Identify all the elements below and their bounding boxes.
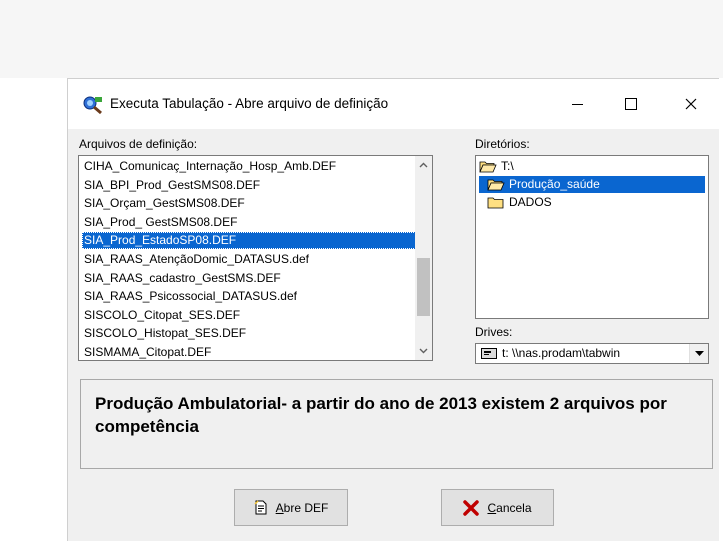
file-item[interactable]: SIA_RAAS_cadastro_GestSMS.DEF bbox=[82, 270, 281, 287]
drive-select[interactable]: t: \\nas.prodam\tabwin bbox=[475, 343, 709, 364]
directory-item[interactable]: DADOS bbox=[487, 194, 705, 211]
cancel-label: Cancela bbox=[487, 501, 531, 515]
file-item[interactable]: SISCOLO_Histopat_SES.DEF bbox=[82, 325, 246, 342]
maximize-button[interactable] bbox=[608, 79, 654, 129]
minimize-button[interactable] bbox=[554, 79, 600, 129]
directory-name: Produção_saúde bbox=[509, 177, 600, 191]
close-icon bbox=[685, 98, 697, 110]
file-item[interactable]: SIA_RAAS_AtençãoDomic_DATASUS.def bbox=[82, 251, 309, 268]
title-bar[interactable]: Executa Tabulação - Abre arquivo de defi… bbox=[68, 79, 719, 129]
directories-label: Diretórios: bbox=[475, 137, 530, 151]
accelerator-key: C bbox=[487, 500, 497, 515]
directory-list[interactable]: T:\ Produção_saúde DADOS bbox=[475, 155, 709, 319]
cancel-label-rest: ancela bbox=[496, 500, 532, 515]
dropdown-arrow[interactable] bbox=[689, 344, 708, 363]
files-label: Arquivos de definição: bbox=[79, 137, 198, 151]
desktop-background bbox=[0, 0, 723, 78]
file-item[interactable]: SIA_Orçam_GestSMS08.DEF bbox=[82, 195, 245, 212]
drive-value: t: \\nas.prodam\tabwin bbox=[502, 346, 621, 360]
open-folder-icon bbox=[487, 179, 505, 191]
directory-name: DADOS bbox=[509, 195, 552, 209]
definition-description: Produção Ambulatorial- a partir do ano d… bbox=[95, 394, 667, 436]
close-button[interactable] bbox=[668, 79, 714, 129]
directory-item[interactable]: T:\ bbox=[479, 158, 705, 175]
scroll-down-icon[interactable] bbox=[419, 348, 428, 354]
red-x-icon bbox=[463, 499, 480, 516]
file-item[interactable]: SIA_RAAS_Psicossocial_DATASUS.def bbox=[82, 288, 297, 305]
maximize-icon bbox=[625, 98, 637, 110]
dialog-window: Executa Tabulação - Abre arquivo de defi… bbox=[67, 78, 719, 541]
tabwin-app-icon bbox=[82, 95, 104, 115]
open-folder-icon bbox=[479, 161, 497, 173]
file-item[interactable]: SIA_BPI_Prod_GestSMS08.DEF bbox=[82, 177, 260, 194]
directory-name: T:\ bbox=[501, 159, 514, 173]
open-def-label-rest: bre DEF bbox=[283, 500, 329, 515]
file-item-selected[interactable]: SIA_Prod_EstadoSP08.DEF bbox=[82, 232, 416, 250]
minimize-icon bbox=[571, 103, 583, 105]
document-open-icon bbox=[254, 500, 267, 515]
description-panel: Produção Ambulatorial- a partir do ano d… bbox=[80, 379, 713, 469]
chevron-down-icon bbox=[694, 351, 704, 356]
open-def-button[interactable]: Abre DEF bbox=[234, 489, 348, 526]
folder-icon bbox=[487, 197, 504, 209]
accelerator-key: A bbox=[275, 500, 284, 515]
file-item[interactable]: SISCOLO_Citopat_SES.DEF bbox=[82, 307, 240, 324]
open-def-label: Abre DEF bbox=[276, 501, 329, 515]
cancel-button[interactable]: Cancela bbox=[441, 489, 554, 526]
network-drive-icon bbox=[481, 348, 497, 359]
scroll-up-icon[interactable] bbox=[419, 162, 428, 168]
definition-file-list[interactable]: CIHA_Comunicaç_Internação_Hosp_Amb.DEF SI… bbox=[78, 155, 433, 361]
file-item[interactable]: CIHA_Comunicaç_Internação_Hosp_Amb.DEF bbox=[82, 158, 336, 175]
directory-item-selected[interactable]: Produção_saúde bbox=[479, 176, 705, 193]
file-list-scrollbar[interactable] bbox=[415, 156, 432, 360]
file-item[interactable]: SIA_Prod_ GestSMS08.DEF bbox=[82, 214, 237, 231]
window-title: Executa Tabulação - Abre arquivo de defi… bbox=[110, 96, 389, 111]
file-item[interactable]: SISMAMA_Citopat.DEF bbox=[82, 344, 211, 361]
scroll-thumb[interactable] bbox=[417, 258, 430, 316]
drives-label: Drives: bbox=[475, 325, 513, 339]
